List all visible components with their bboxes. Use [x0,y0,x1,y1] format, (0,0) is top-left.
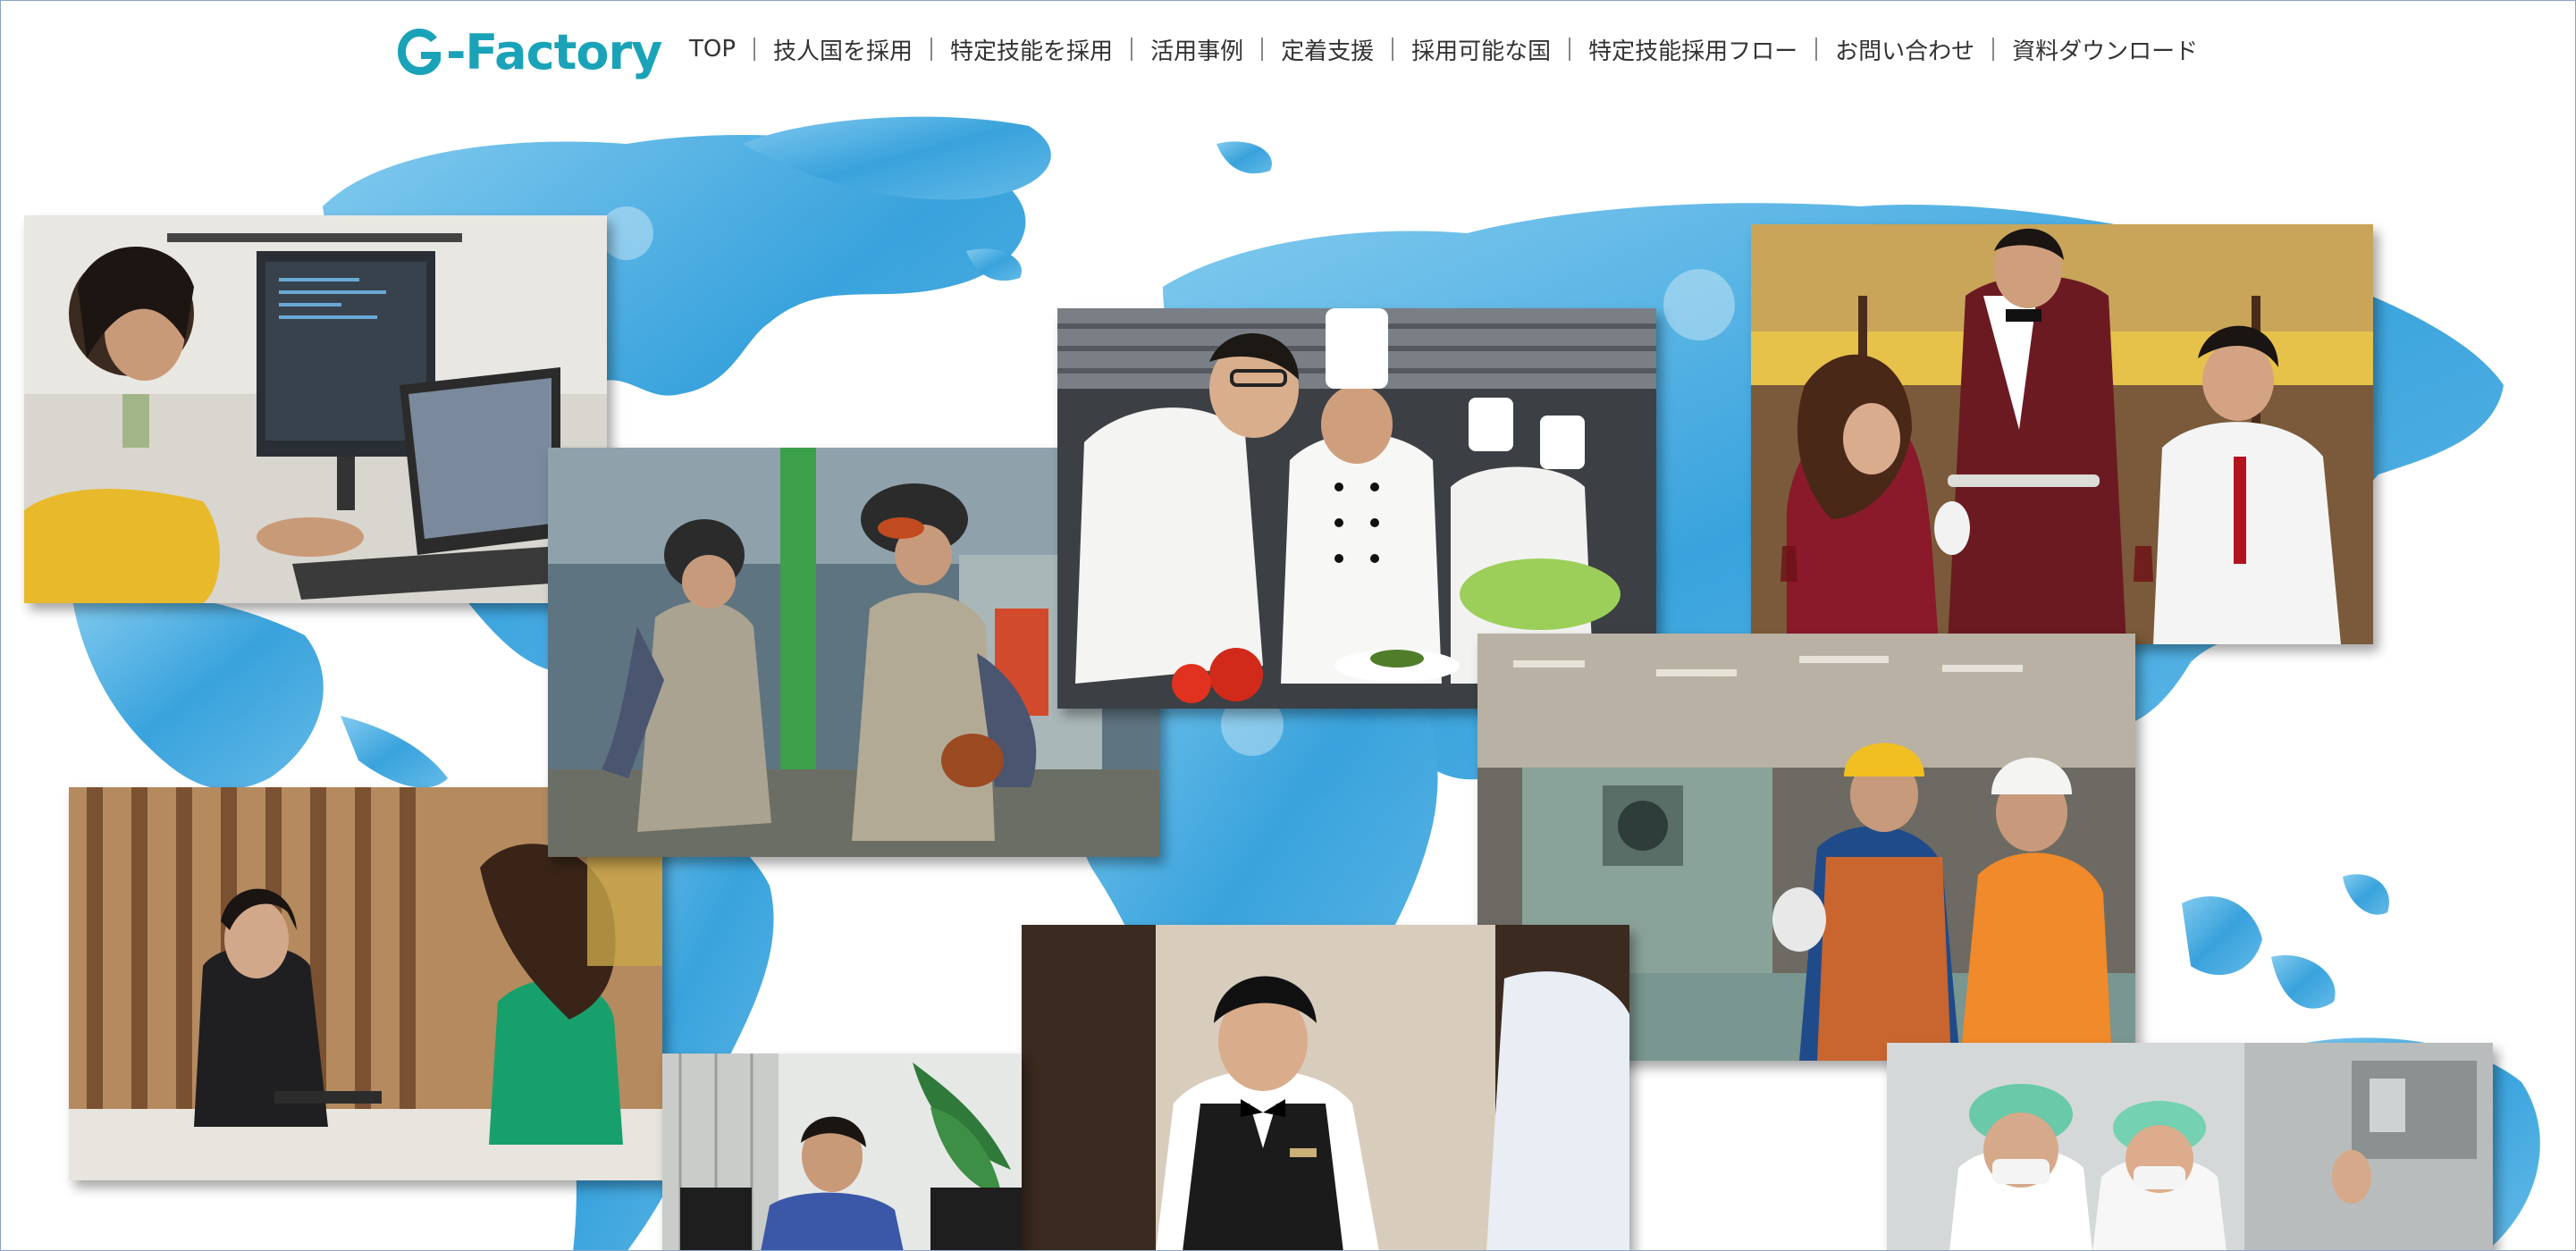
nav-divider [753,38,756,61]
restaurant-waiter-serving-couple-photo [1751,224,2373,644]
nav-download[interactable]: 資料ダウンロード [2012,33,2198,66]
nav-tokutei-ginou[interactable]: 特定技能を採用 [950,33,1113,66]
office-worker-photo [662,1054,1022,1250]
nav-divider [1815,38,1818,61]
nav-retention-support[interactable]: 定着支援 [1281,33,1374,66]
g-letter-logo-icon [394,25,444,79]
site-logo[interactable]: -Factory [394,21,662,83]
nav-hiring-flow[interactable]: 特定技能採用フロー [1588,33,1797,66]
nav-top[interactable]: TOP [689,36,736,63]
nav-countries[interactable]: 採用可能な国 [1411,33,1551,66]
waiter-in-bowtie-photo [1022,925,1629,1250]
nav-contact[interactable]: お問い合わせ [1835,33,1974,66]
site-header: -Factory TOP 技人国を採用 特定技能を採用 活用事例 定着支援 採用… [1,1,2575,99]
logo-text: -Factory [446,23,662,80]
page-frame: -Factory TOP 技人国を採用 特定技能を採用 活用事例 定着支援 採用… [0,0,2576,1251]
food-factory-workers-photo [1887,1043,2493,1250]
nav-gijinkoku[interactable]: 技人国を採用 [773,33,913,66]
nav-divider [1992,38,1995,61]
nav-divider [1569,38,1571,61]
nav-case-studies[interactable]: 活用事例 [1150,33,1243,66]
nav-divider [930,38,933,61]
main-nav: TOP 技人国を採用 特定技能を採用 活用事例 定着支援 採用可能な国 特定技能… [689,26,2198,72]
nav-divider [1392,38,1394,61]
nav-divider [1131,38,1133,61]
woman-coding-at-desk-photo [24,215,607,603]
nav-divider [1261,38,1264,61]
